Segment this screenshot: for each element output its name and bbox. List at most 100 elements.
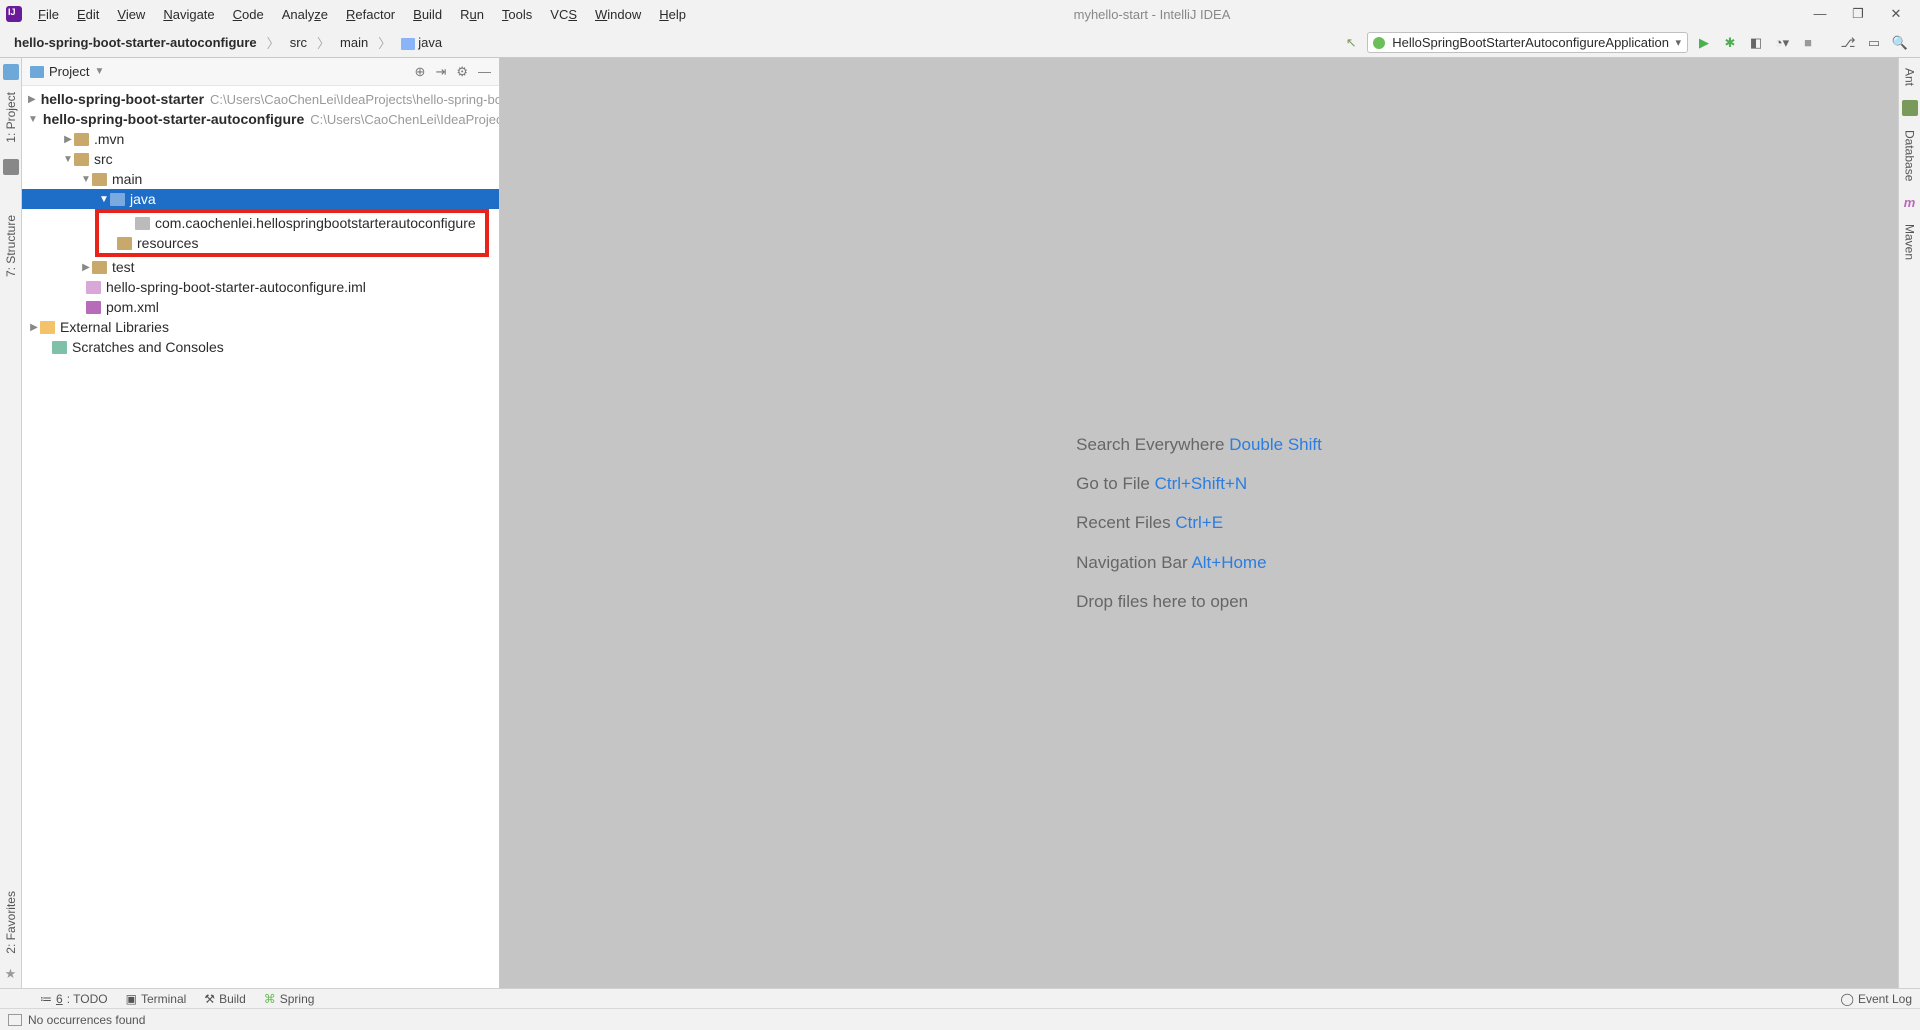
hint-search-label: Search Everywhere: [1076, 435, 1229, 454]
menu-build[interactable]: Build: [405, 5, 450, 24]
gutter-maven[interactable]: Maven: [1903, 220, 1917, 264]
menu-file[interactable]: File: [30, 5, 67, 24]
tree-scratches[interactable]: Scratches and Consoles: [22, 337, 499, 357]
package-icon: [135, 217, 150, 230]
tree-label: main: [112, 171, 142, 187]
tree-label: hello-spring-boot-starter-autoconfigure: [43, 111, 304, 127]
expand-arrow-icon[interactable]: [80, 174, 92, 185]
menu-run[interactable]: Run: [452, 5, 492, 24]
tab-terminal[interactable]: ▣Terminal: [126, 992, 187, 1006]
tab-spring[interactable]: ⌘Spring: [264, 992, 315, 1006]
tree-module-starter[interactable]: hello-spring-boot-starter C:\Users\CaoCh…: [22, 89, 499, 109]
profile-icon[interactable]: ◔▾: [1772, 33, 1792, 53]
maven-gutter-icon[interactable]: m: [1904, 195, 1916, 210]
tree-iml[interactable]: hello-spring-boot-starter-autoconfigure.…: [22, 277, 499, 297]
tree-path: C:\Users\CaoChenLei\IdeaProjects\hello-s…: [210, 92, 499, 107]
debug-icon[interactable]: ✱: [1720, 33, 1740, 53]
tab-event-log[interactable]: ◯Event Log: [1841, 992, 1912, 1006]
eventlog-icon: ◯: [1841, 992, 1854, 1006]
tab-build[interactable]: ⚒Build: [204, 992, 245, 1006]
search-icon[interactable]: 🔍: [1890, 33, 1910, 53]
project-panel: Project ▼ ⊕ ⇥ ⚙ — hello-spring-boot-star…: [22, 58, 500, 988]
build-icon[interactable]: ↖: [1341, 33, 1361, 53]
run-config-selector[interactable]: HelloSpringBootStarterAutoconfigureAppli…: [1367, 32, 1688, 53]
hint-recent-key: Ctrl+E: [1175, 513, 1223, 532]
menu-help[interactable]: Help: [651, 5, 694, 24]
collapse-icon[interactable]: ⇥: [435, 64, 446, 80]
minimize-button[interactable]: —: [1810, 6, 1830, 22]
hint-goto-label: Go to File: [1076, 474, 1154, 493]
tree-package[interactable]: com.caochenlei.hellospringbootstarteraut…: [99, 213, 485, 233]
breadcrumb-main[interactable]: main: [336, 33, 372, 52]
menu-code[interactable]: Code: [225, 5, 272, 24]
hints-block: Search Everywhere Double Shift Go to Fil…: [1076, 425, 1322, 620]
menu-vcs[interactable]: VCS: [542, 5, 585, 24]
close-button[interactable]: ✕: [1886, 6, 1906, 22]
run-icon[interactable]: ▶: [1694, 33, 1714, 53]
source-folder-icon: [110, 193, 125, 206]
menu-view[interactable]: View: [109, 5, 153, 24]
vcs-icon[interactable]: ⎇: [1838, 33, 1858, 53]
tree-resources[interactable]: resources: [99, 233, 485, 253]
resources-folder-icon: [117, 237, 132, 250]
gutter-database[interactable]: Database: [1903, 126, 1917, 185]
menu-navigate[interactable]: Navigate: [155, 5, 222, 24]
tree-main[interactable]: main: [22, 169, 499, 189]
expand-arrow-icon[interactable]: [28, 94, 36, 105]
tree-label: hello-spring-boot-starter-autoconfigure.…: [106, 279, 366, 295]
chevron-right-icon: 〉: [267, 33, 280, 52]
menu-window[interactable]: Window: [587, 5, 649, 24]
menu-analyze[interactable]: Analyze: [274, 5, 336, 24]
expand-arrow-icon[interactable]: [28, 114, 38, 125]
gear-icon[interactable]: ⚙: [456, 64, 468, 80]
locate-icon[interactable]: ⊕: [415, 64, 426, 80]
tree-pom[interactable]: pom.xml: [22, 297, 499, 317]
todo-icon: ≔: [40, 992, 52, 1006]
tree-external-libs[interactable]: External Libraries: [22, 317, 499, 337]
breadcrumb-src[interactable]: src: [286, 33, 311, 52]
expand-arrow-icon[interactable]: [28, 322, 40, 333]
tree-label: .mvn: [94, 131, 124, 147]
hint-search-key: Double Shift: [1229, 435, 1322, 454]
expand-arrow-icon[interactable]: [80, 262, 92, 273]
project-panel-title[interactable]: Project ▼: [30, 64, 104, 79]
maximize-button[interactable]: ❐: [1848, 6, 1868, 22]
breadcrumb-java-label: java: [418, 35, 442, 50]
gutter-square-icon[interactable]: [3, 159, 19, 175]
expand-arrow-icon[interactable]: [98, 194, 110, 205]
gutter-structure[interactable]: 7: Structure: [4, 211, 18, 281]
tab-terminal-label: Terminal: [141, 992, 186, 1006]
tree-module-autoconfigure[interactable]: hello-spring-boot-starter-autoconfigure …: [22, 109, 499, 129]
tree-mvn[interactable]: .mvn: [22, 129, 499, 149]
tree-label: hello-spring-boot-starter: [41, 91, 204, 107]
gutter-favorites[interactable]: 2: Favorites: [4, 887, 18, 958]
tree-test[interactable]: test: [22, 257, 499, 277]
editor-empty-area[interactable]: Search Everywhere Double Shift Go to Fil…: [500, 58, 1898, 988]
menu-tools[interactable]: Tools: [494, 5, 540, 24]
menu-edit[interactable]: Edit: [69, 5, 107, 24]
tree-java[interactable]: java: [22, 189, 499, 209]
spring-icon: ⌘: [264, 992, 276, 1006]
tree-src[interactable]: src: [22, 149, 499, 169]
project-tree[interactable]: hello-spring-boot-starter C:\Users\CaoCh…: [22, 86, 499, 988]
coverage-icon[interactable]: ◧: [1746, 33, 1766, 53]
layout-icon[interactable]: ▭: [1864, 33, 1884, 53]
tree-label: External Libraries: [60, 319, 169, 335]
gutter-project[interactable]: 1: Project: [4, 88, 18, 147]
expand-arrow-icon[interactable]: [62, 134, 74, 145]
tree-label: Scratches and Consoles: [72, 339, 224, 355]
expand-arrow-icon[interactable]: [62, 154, 74, 165]
window-controls: — ❐ ✕: [1810, 6, 1914, 22]
hide-icon[interactable]: —: [478, 64, 491, 80]
hint-dropfiles: Drop files here to open: [1076, 582, 1322, 621]
breadcrumb-java[interactable]: java: [397, 33, 446, 52]
database-gutter-icon[interactable]: [1902, 100, 1918, 116]
project-gutter-icon[interactable]: [3, 64, 19, 80]
stop-icon[interactable]: ■: [1798, 33, 1818, 53]
menu-refactor[interactable]: Refactor: [338, 5, 403, 24]
breadcrumb-root[interactable]: hello-spring-boot-starter-autoconfigure: [10, 33, 261, 52]
tab-todo[interactable]: ≔66: TODO: TODO: [40, 992, 108, 1006]
statusbar-icon[interactable]: [8, 1014, 22, 1026]
project-panel-title-label: Project: [49, 64, 89, 79]
gutter-ant[interactable]: Ant: [1903, 64, 1917, 90]
